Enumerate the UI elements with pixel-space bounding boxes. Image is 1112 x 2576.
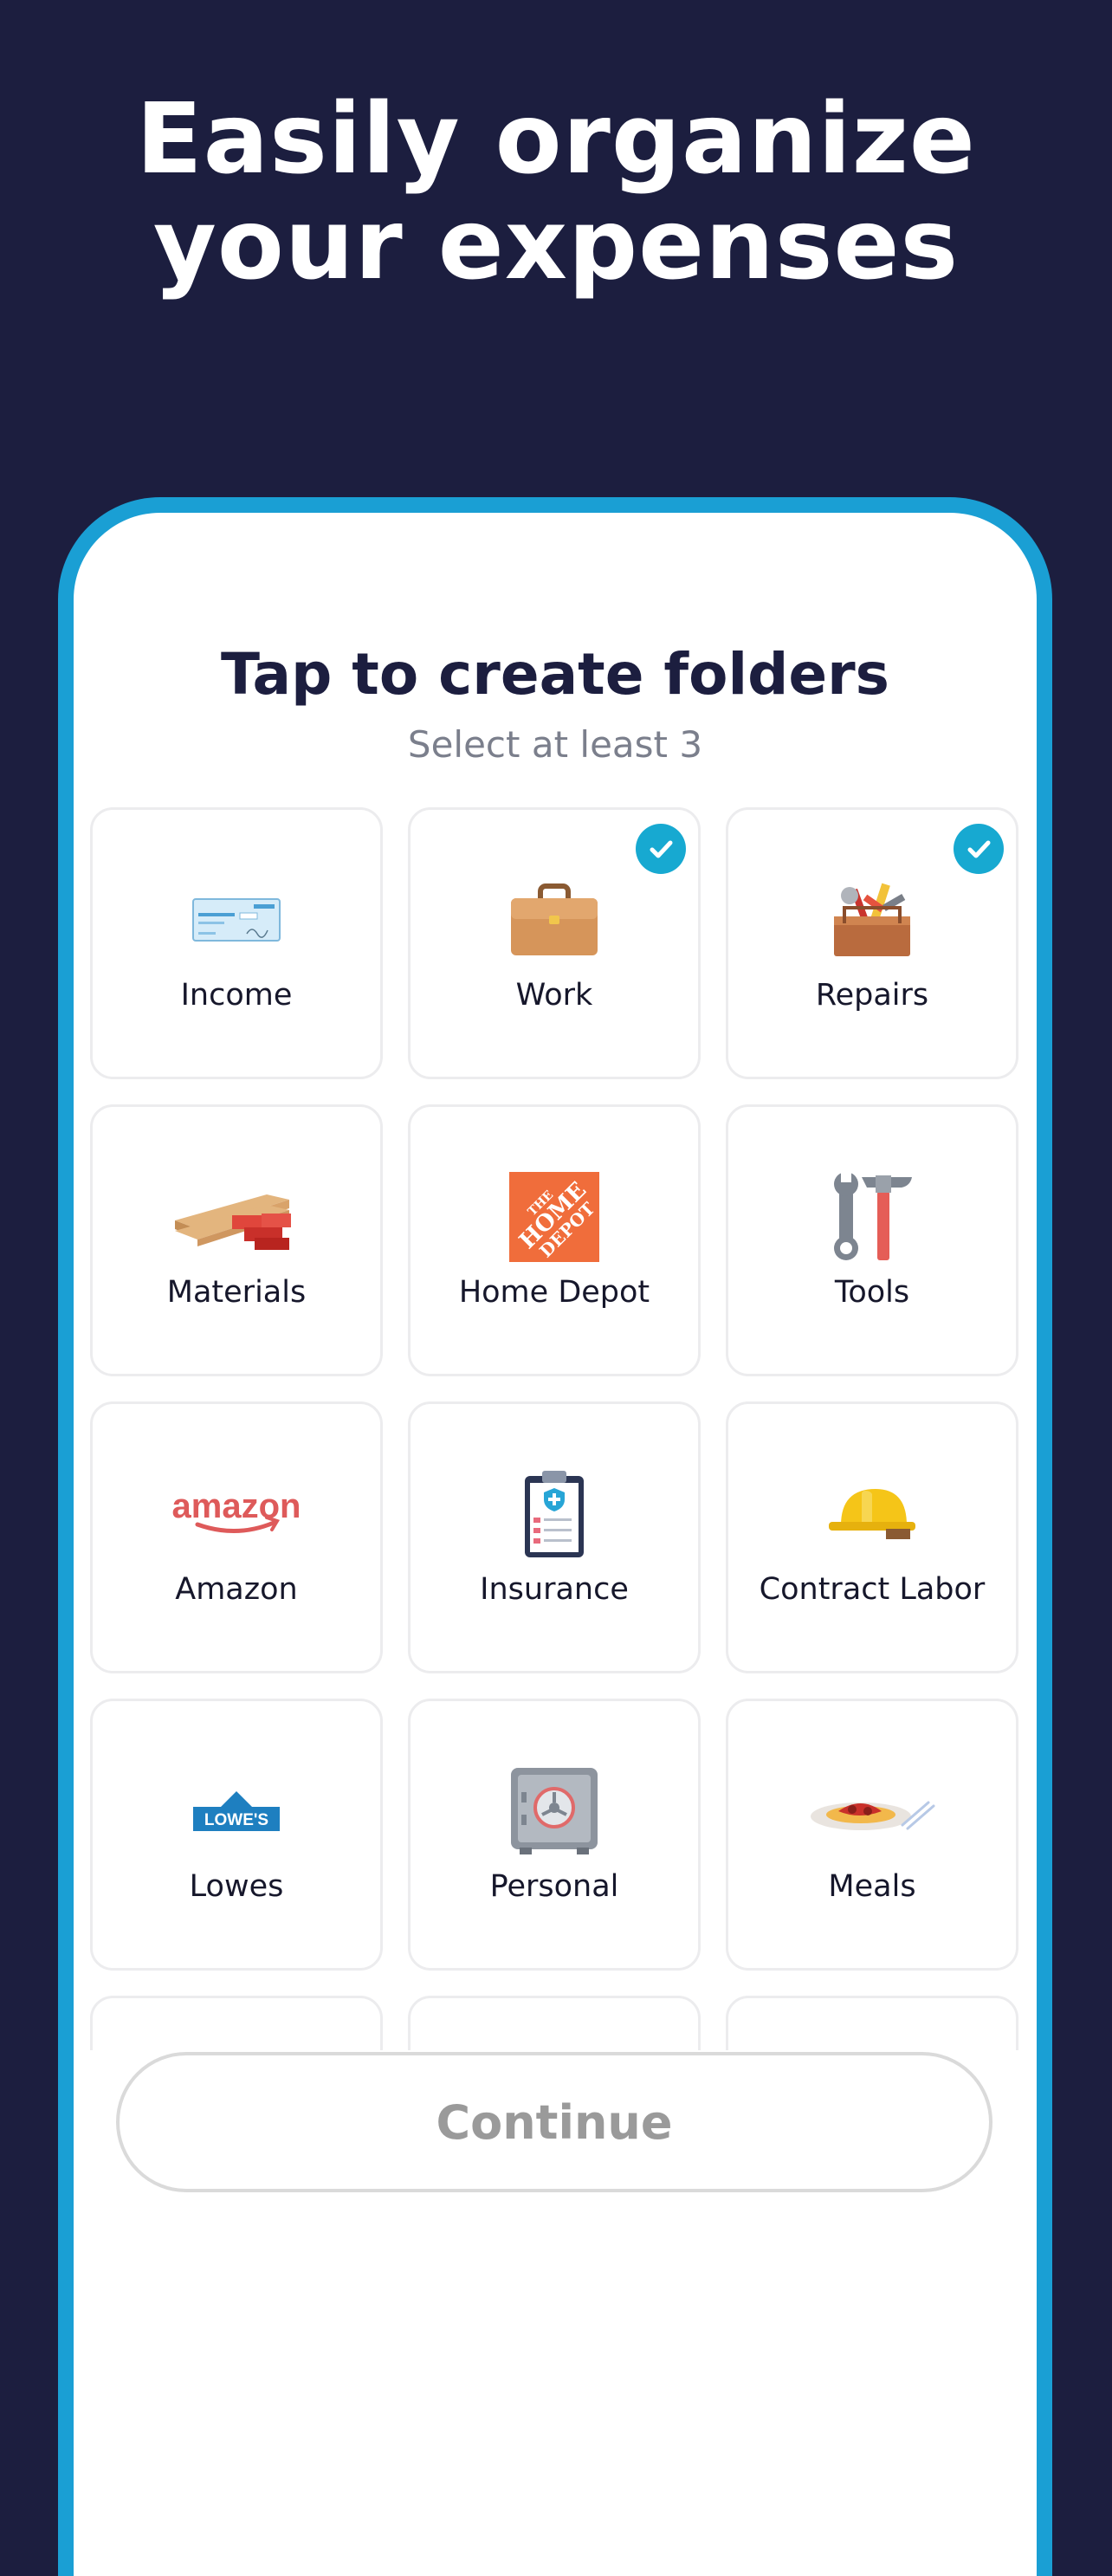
folder-tile-materials[interactable]: Materials: [90, 1104, 383, 1376]
lumber-bricks-icon: [175, 1194, 291, 1250]
hard-hat-icon: [829, 1489, 915, 1539]
folder-tile-home-depot[interactable]: THE HOME DEPOT Home Depot: [408, 1104, 701, 1376]
svg-text:amazon: amazon: [172, 1488, 301, 1525]
selected-check-icon: [636, 824, 686, 874]
folder-label: Amazon: [175, 1572, 298, 1607]
folder-label: Work: [515, 978, 593, 1013]
folder-tile-tools[interactable]: Tools: [726, 1104, 1018, 1376]
folder-label: Materials: [166, 1275, 307, 1310]
folder-grid-scroll[interactable]: Income Work Repairs Materials THE HOME D…: [90, 807, 1021, 2050]
folder-tile-repairs[interactable]: Repairs: [726, 807, 1018, 1079]
continue-button[interactable]: Continue: [116, 2052, 992, 2192]
selected-check-icon: [954, 824, 1004, 874]
folder-label: Repairs: [815, 978, 929, 1013]
folder-tile-lowes[interactable]: LOWE'S Lowes: [90, 1699, 383, 1971]
amazon-logo: amazon: [172, 1488, 301, 1533]
folder-label: Meals: [828, 1869, 916, 1904]
briefcase-icon: [511, 883, 598, 955]
folder-tile-partial[interactable]: [90, 1996, 383, 2050]
headline-line-1: Easily organize: [136, 83, 976, 196]
home-depot-logo: THE HOME DEPOT: [509, 1172, 599, 1262]
folder-grid: Income Work Repairs Materials THE HOME D…: [90, 807, 1021, 2050]
toolbox-icon: [834, 883, 910, 956]
safe-icon: [511, 1768, 598, 1854]
folder-label: Income: [180, 978, 293, 1013]
svg-text:LOWE'S: LOWE'S: [204, 1811, 268, 1829]
folder-label: Contract Labor: [759, 1572, 986, 1607]
folder-tile-work[interactable]: Work: [408, 807, 701, 1079]
screen-subtitle: Select at least 3: [407, 723, 703, 766]
folder-label: Personal: [489, 1869, 619, 1904]
headline-line-2: your expenses: [152, 189, 960, 301]
folder-tile-amazon[interactable]: amazon Amazon: [90, 1401, 383, 1673]
folder-tile-insurance[interactable]: Insurance: [408, 1401, 701, 1673]
lowes-logo: LOWE'S: [193, 1791, 280, 1831]
clipboard-shield-icon: [525, 1471, 584, 1557]
spaghetti-plate-icon: [811, 1801, 935, 1830]
folder-label: Home Depot: [458, 1275, 650, 1310]
screen-title: Tap to create folders: [221, 641, 889, 708]
folder-label: Lowes: [189, 1869, 284, 1904]
headline: Easily organize your expenses: [0, 87, 1112, 298]
phone-frame: Tap to create folders Select at least 3: [58, 497, 1052, 2576]
folder-tile-partial[interactable]: [408, 1996, 701, 2050]
wrench-hammer-icon: [834, 1172, 912, 1260]
folder-tile-personal[interactable]: Personal: [408, 1699, 701, 1971]
folder-tile-meals[interactable]: Meals: [726, 1699, 1018, 1971]
folder-label: Tools: [834, 1275, 910, 1310]
folder-tile-partial[interactable]: [726, 1996, 1018, 2050]
folder-tile-contract-labor[interactable]: Contract Labor: [726, 1401, 1018, 1673]
folder-tile-income[interactable]: Income: [90, 807, 383, 1079]
check-paper-icon: [192, 898, 281, 942]
folder-label: Insurance: [480, 1572, 629, 1607]
phone-screen: Tap to create folders Select at least 3: [74, 513, 1037, 2576]
